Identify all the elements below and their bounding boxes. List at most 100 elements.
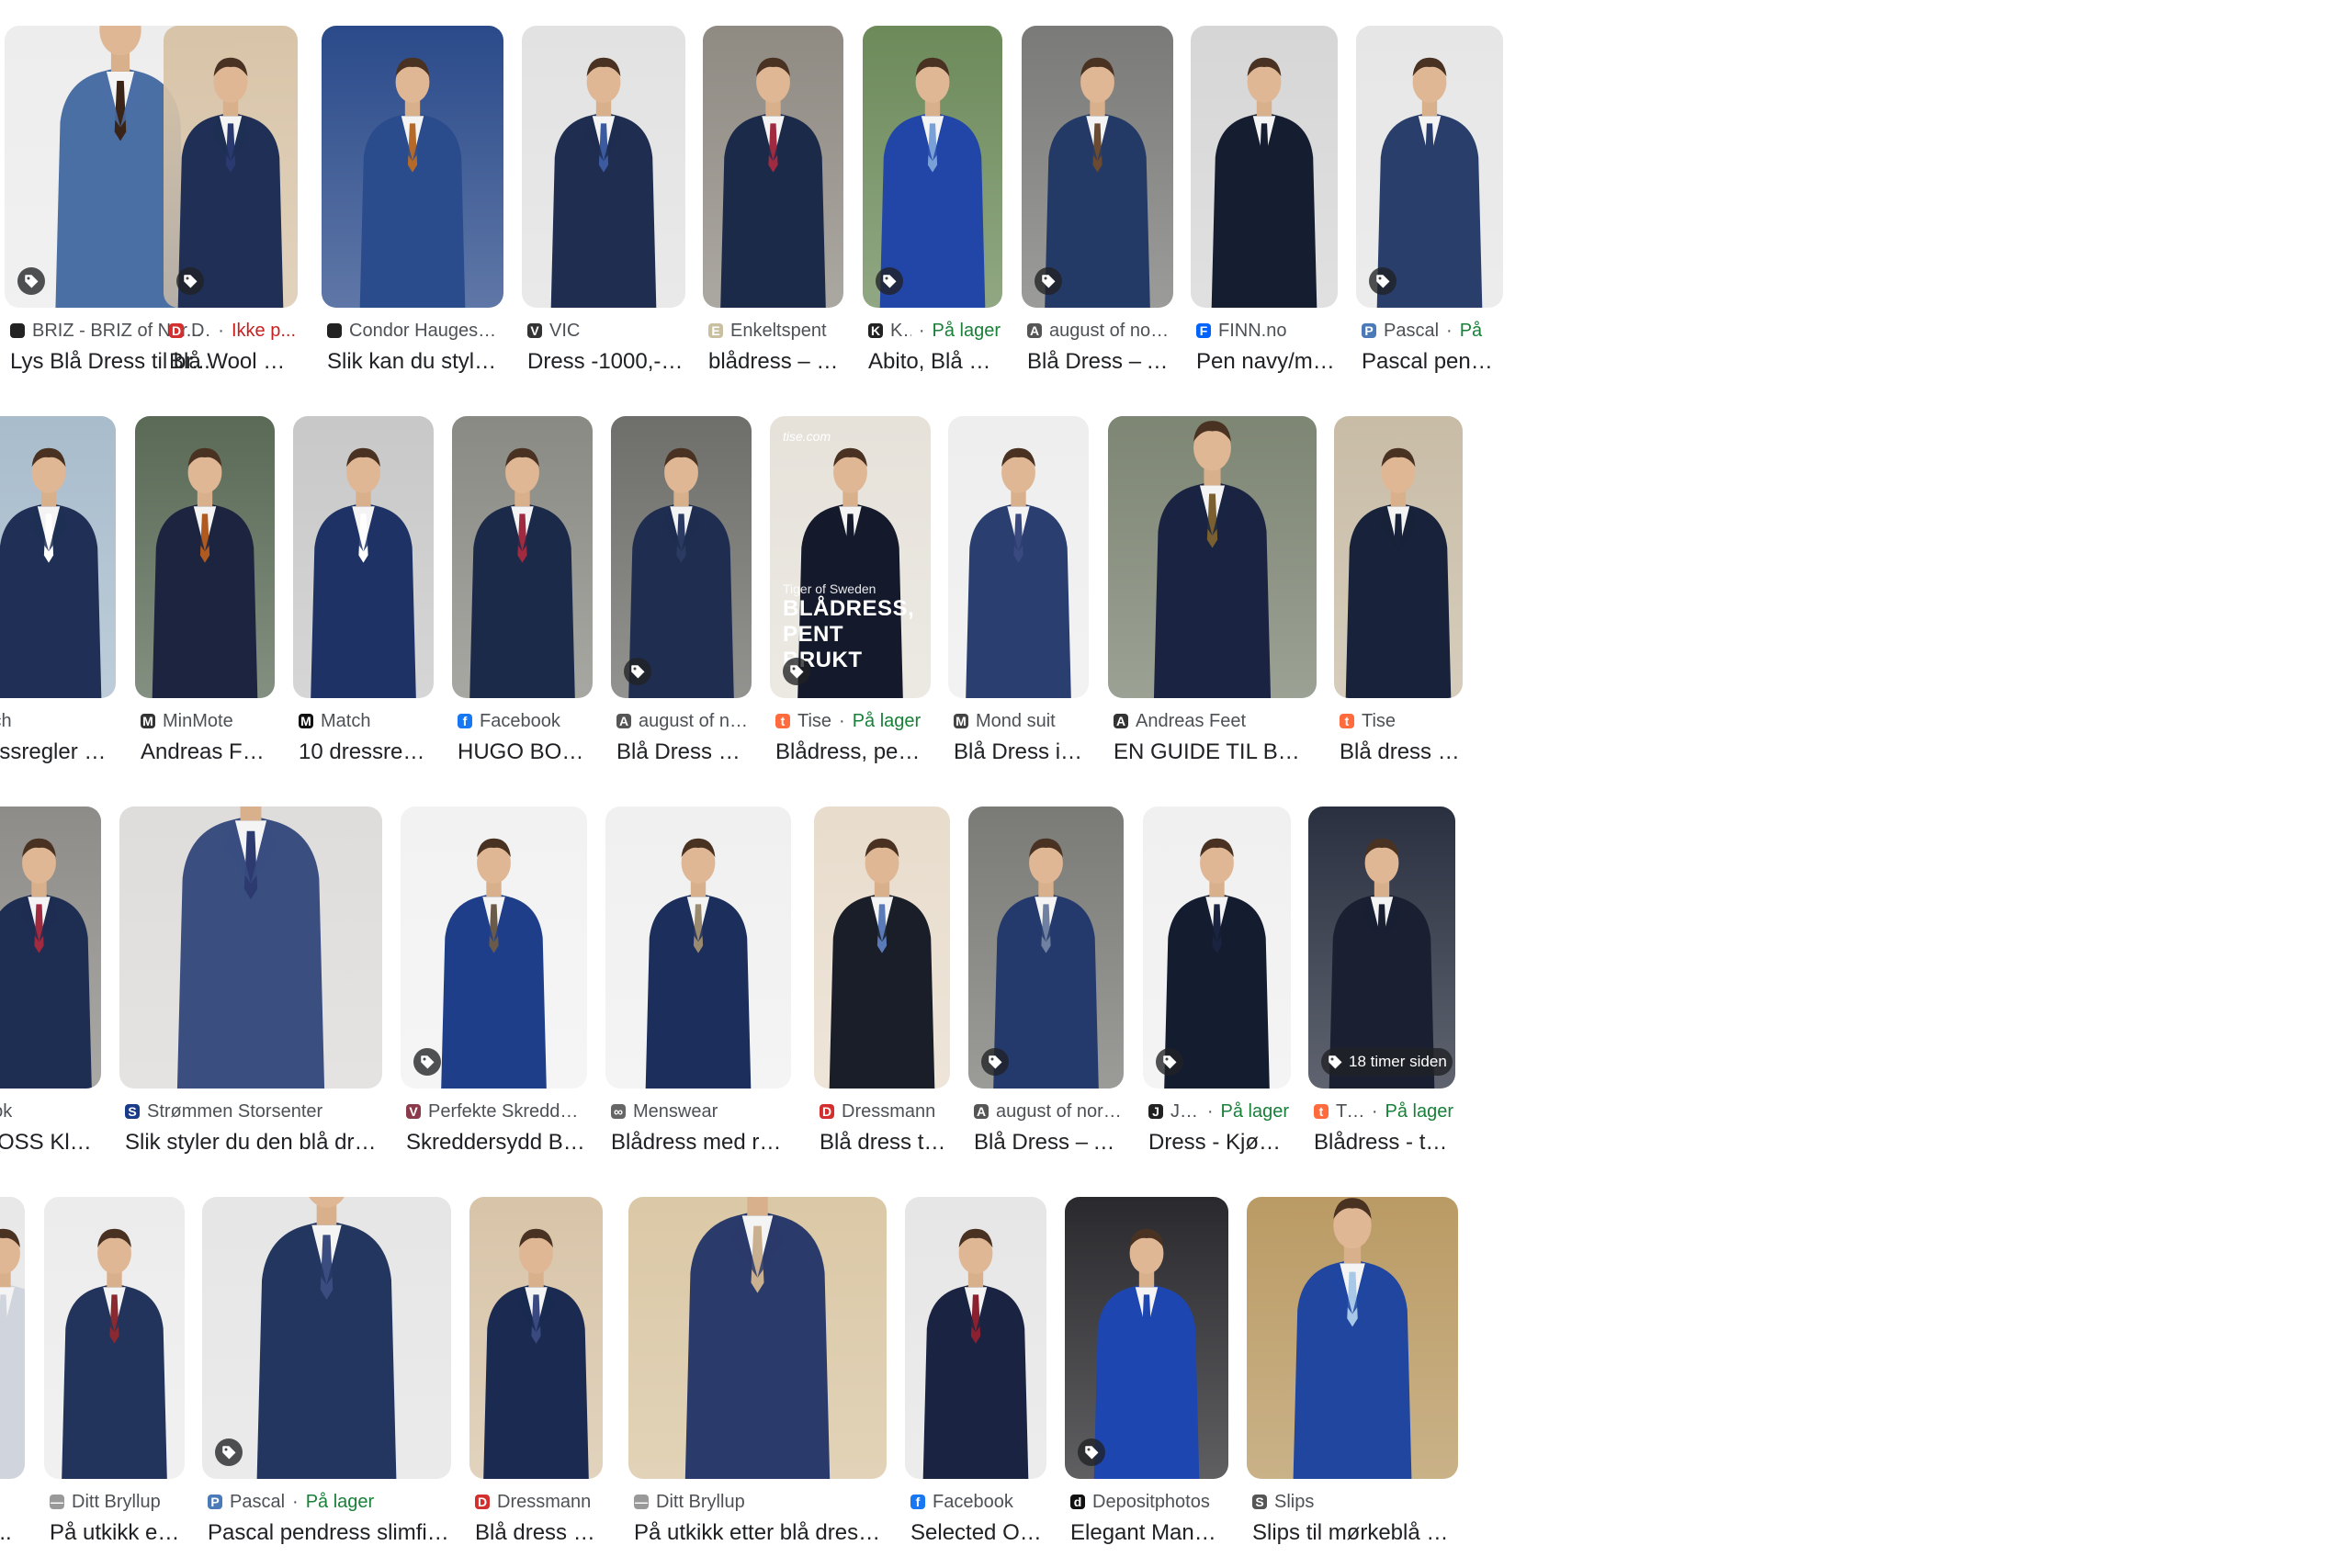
- result-title[interactable]: blådress – Enkelts...: [708, 349, 842, 377]
- result-title[interactable]: Blå dress til herre ...: [820, 1130, 948, 1157]
- result-thumbnail[interactable]: 18 timer siden: [1308, 807, 1455, 1089]
- result-title[interactable]: Pascal pendre: [1362, 349, 1501, 377]
- result-source[interactable]: ook: [0, 1100, 99, 1123]
- result-source[interactable]: V VIC: [527, 319, 684, 343]
- result-source[interactable]: t Tise: [1340, 709, 1461, 733]
- result-title[interactable]: Blå Wool Stretch d...: [169, 349, 296, 377]
- image-result-card[interactable]: Condor Haugesund Slik kan du style den b…: [322, 0, 503, 390]
- result-thumbnail[interactable]: [401, 807, 587, 1089]
- result-thumbnail[interactable]: [1108, 416, 1317, 698]
- result-thumbnail[interactable]: [863, 26, 1002, 308]
- result-source[interactable]: — Ditt Bryllup: [634, 1490, 885, 1514]
- result-title[interactable]: Blå dress til herre ...: [475, 1520, 601, 1548]
- result-title[interactable]: 10 dressregler alle...: [299, 739, 432, 767]
- image-result-card[interactable]: f Facebook HUGO BOSS Klas...: [452, 390, 593, 781]
- result-source[interactable]: J John Henric · På lager: [1148, 1100, 1289, 1123]
- image-result-card[interactable]: V VIC Dress -1000,- | VIC: [522, 0, 685, 390]
- result-source[interactable]: A Andreas Feet: [1114, 709, 1315, 733]
- result-title[interactable]: HUGO BOSS Klas...: [458, 739, 591, 767]
- result-source[interactable]: S Slips: [1252, 1490, 1456, 1514]
- image-result-card[interactable]: A august of norway Blå Dress – AUGU...: [611, 390, 752, 781]
- result-thumbnail[interactable]: [1022, 26, 1173, 308]
- image-result-card[interactable]: J John Henric · På lager Dress - Kjøp onl…: [1143, 781, 1291, 1171]
- image-result-card[interactable]: S Slips Slips til mørkeblå dress: [1247, 1171, 1458, 1562]
- result-thumbnail[interactable]: [948, 416, 1089, 698]
- image-result-card[interactable]: ∞ Menswear Blådress med ruter. Mens...: [605, 781, 791, 1171]
- result-thumbnail[interactable]: [119, 807, 382, 1089]
- result-title[interactable]: Dress - Kjøp online |...: [1148, 1130, 1289, 1157]
- result-thumbnail[interactable]: [968, 807, 1124, 1089]
- result-title[interactable]: Skreddersydd Blå Dress | ...: [406, 1130, 585, 1157]
- result-source[interactable]: A august of norway: [616, 709, 750, 733]
- image-result-card[interactable]: 18 timer siden t Tise · På lager Blådress…: [1308, 781, 1455, 1171]
- image-result-card[interactable]: Tiger of Sweden BLÅDRESS, PENT BRUKT tis…: [770, 390, 931, 781]
- result-source[interactable]: Condor Haugesund: [327, 319, 502, 343]
- result-title[interactable]: Abito, Blå CC Coll...: [868, 349, 1001, 377]
- image-result-card[interactable]: A august of norway Blå Dress – AUGUS...: [1022, 0, 1173, 390]
- result-thumbnail[interactable]: [1065, 1197, 1228, 1479]
- result-source[interactable]: t Tise · På lager: [775, 709, 929, 733]
- result-thumbnail[interactable]: [0, 1197, 25, 1479]
- result-title[interactable]: Blå Dress – AUGU...: [616, 739, 750, 767]
- image-result-card[interactable]: E Enkeltspent blådress – Enkelts...: [703, 0, 843, 390]
- image-result-card[interactable]: ook BOSS Klassis...: [0, 781, 101, 1171]
- image-result-card[interactable]: K Kleins · På lager Abito, Blå CC Coll...: [863, 0, 1002, 390]
- result-thumbnail[interactable]: Tiger of Sweden BLÅDRESS, PENT BRUKT tis…: [770, 416, 931, 698]
- result-thumbnail[interactable]: [0, 807, 101, 1089]
- result-thumbnail[interactable]: [469, 1197, 603, 1479]
- image-result-card[interactable]: — Ditt Bryllup På utkikk etter blå dress…: [628, 1171, 887, 1562]
- result-thumbnail[interactable]: [605, 807, 791, 1089]
- image-result-card[interactable]: D Dressmann Blå dress til herre ...: [814, 781, 950, 1171]
- result-title[interactable]: Blå dress til herr: [1340, 739, 1461, 767]
- result-title[interactable]: Pen navy/mørk blå ...: [1196, 349, 1336, 377]
- result-source[interactable]: D Dressmann: [820, 1100, 948, 1123]
- result-source[interactable]: tch: [0, 709, 114, 733]
- result-title[interactable]: t...: [0, 1520, 23, 1548]
- result-source[interactable]: S Strømmen Storsenter: [125, 1100, 380, 1123]
- image-result-card[interactable]: V Perfekte Skreddersydde Dre... Skredder…: [401, 781, 587, 1171]
- result-thumbnail[interactable]: [628, 1197, 887, 1479]
- result-thumbnail[interactable]: [814, 807, 950, 1089]
- result-source[interactable]: E Enkeltspent: [708, 319, 842, 343]
- result-title[interactable]: På utkikk etter blå dress til bryllup? D…: [634, 1520, 885, 1548]
- result-thumbnail[interactable]: [452, 416, 593, 698]
- result-title[interactable]: essregler alle ...: [0, 739, 114, 767]
- result-source[interactable]: d Depositphotos: [1070, 1490, 1227, 1514]
- result-source[interactable]: F FINN.no: [1196, 319, 1336, 343]
- result-title[interactable]: Slips til mørkeblå dress: [1252, 1520, 1456, 1548]
- result-title[interactable]: Blådress, pent brukt • ...: [775, 739, 929, 767]
- image-result-card[interactable]: M Match 10 dressregler alle...: [293, 390, 434, 781]
- result-thumbnail[interactable]: [293, 416, 434, 698]
- result-thumbnail[interactable]: [0, 416, 116, 698]
- result-source[interactable]: A august of norway: [974, 1100, 1122, 1123]
- result-source[interactable]: [0, 1490, 23, 1514]
- result-thumbnail[interactable]: [522, 26, 685, 308]
- result-thumbnail[interactable]: [322, 26, 503, 308]
- result-thumbnail[interactable]: [135, 416, 275, 698]
- result-title[interactable]: Slik kan du style den blå ...: [327, 349, 502, 377]
- result-source[interactable]: P Pascal · På: [1362, 319, 1501, 343]
- result-title[interactable]: Dress -1000,- | VIC: [527, 349, 684, 377]
- result-title[interactable]: Slik styler du den blå dressen | Ekspert…: [125, 1130, 380, 1157]
- result-source[interactable]: f Facebook: [910, 1490, 1045, 1514]
- image-result-card[interactable]: tch essregler alle ...: [0, 390, 116, 781]
- result-source[interactable]: D Dressmann · Ikke p...: [169, 319, 296, 343]
- image-result-card[interactable]: M Mond suit Blå Dress i Nailhea...: [948, 390, 1089, 781]
- result-source[interactable]: f Facebook: [458, 709, 591, 733]
- result-thumbnail[interactable]: [1191, 26, 1338, 308]
- image-result-card[interactable]: P Pascal · På Pascal pendre: [1356, 0, 1503, 390]
- result-source[interactable]: V Perfekte Skreddersydde Dre...: [406, 1100, 585, 1123]
- result-source[interactable]: ∞ Menswear: [611, 1100, 789, 1123]
- result-source[interactable]: M Mond suit: [954, 709, 1087, 733]
- image-result-card[interactable]: A Andreas Feet EN GUIDE TIL BRYLLUP SO..…: [1108, 390, 1317, 781]
- image-result-card[interactable]: F FINN.no Pen navy/mørk blå ...: [1191, 0, 1338, 390]
- image-result-card[interactable]: D Dressmann · Ikke p... Blå Wool Stretch …: [164, 0, 298, 390]
- image-result-card[interactable]: S Strømmen Storsenter Slik styler du den…: [119, 781, 382, 1171]
- result-thumbnail[interactable]: [905, 1197, 1046, 1479]
- result-title[interactable]: Blådress - to bukser: [1314, 1130, 1453, 1157]
- result-source[interactable]: P Pascal · På lager: [208, 1490, 449, 1514]
- result-title[interactable]: EN GUIDE TIL BRYLLUP SO...: [1114, 739, 1315, 767]
- result-source[interactable]: M MinMote: [141, 709, 273, 733]
- result-title[interactable]: Blå Dress – AUGUST...: [974, 1130, 1122, 1157]
- result-title[interactable]: Blådress med ruter. Mens...: [611, 1130, 789, 1157]
